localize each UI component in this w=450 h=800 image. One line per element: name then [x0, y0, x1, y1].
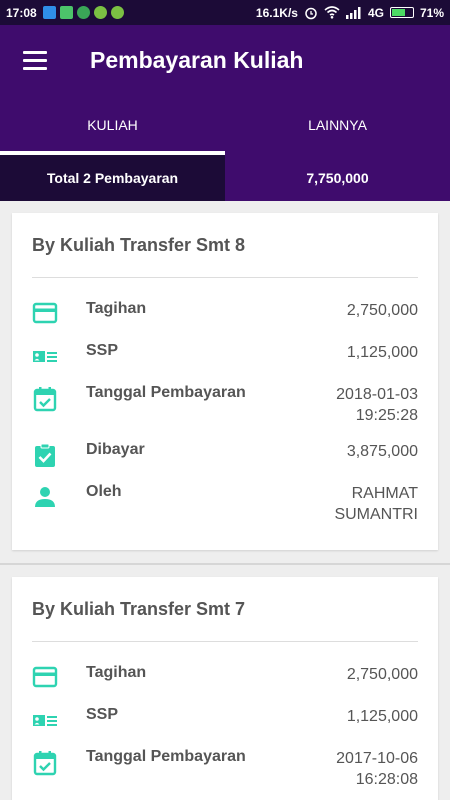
payment-summary: Total 2 Pembayaran 7,750,000	[0, 155, 450, 201]
row-label: Tanggal Pembayaran	[86, 384, 246, 401]
row-value: 2018-01-03 19:25:28	[336, 384, 418, 441]
alarm-icon	[305, 7, 317, 19]
row-label: Tanggal Pembayaran	[86, 748, 246, 765]
row-value: RAHMAT SUMANTRI	[334, 483, 418, 533]
row-label: Oleh	[86, 483, 122, 500]
payment-card[interactable]: By Kuliah Transfer Smt 8 Tagihan 2,750,0…	[12, 213, 438, 550]
credit-card-icon	[32, 664, 86, 706]
divider	[32, 641, 418, 642]
hamburger-menu-icon[interactable]	[0, 25, 70, 95]
row-value: 3,875,000	[346, 443, 418, 460]
credit-card-icon	[32, 300, 86, 342]
android-icon	[93, 6, 107, 19]
row-value: 2017-10-06 16:28:08	[336, 748, 418, 800]
row-value: 2,750,000	[346, 666, 418, 683]
page-title: Pembayaran Kuliah	[90, 46, 304, 73]
tab-bar: KULIAH LAINNYA	[0, 95, 450, 155]
divider	[32, 277, 418, 278]
list-separator	[0, 563, 450, 565]
battery-percent: 71%	[419, 5, 444, 20]
summary-label: Total 2 Pembayaran	[0, 155, 225, 201]
calendar-check-icon	[32, 384, 86, 441]
summary-total: 7,750,000	[225, 155, 450, 201]
id-card-icon	[32, 706, 86, 748]
row-oleh: Oleh RAHMAT SUMANTRI	[12, 483, 438, 533]
row-tagihan: Tagihan 2,750,000	[12, 300, 438, 342]
network-type: 4G	[367, 5, 384, 20]
android-icon	[110, 6, 124, 19]
download-icon	[76, 6, 90, 19]
app-notification-icon	[59, 6, 73, 19]
payer-name-line2: SUMANTRI	[334, 506, 418, 523]
app-bar: Pembayaran Kuliah	[0, 25, 450, 95]
tab-lainnya[interactable]: LAINNYA	[225, 95, 450, 155]
row-label: Tagihan	[86, 300, 147, 317]
network-speed: 16.1K/s	[255, 5, 298, 20]
notification-icons	[42, 6, 124, 19]
payment-date: 2017-10-06	[336, 750, 418, 767]
row-value: 1,125,000	[346, 344, 418, 361]
row-value: 1,125,000	[346, 708, 418, 725]
status-time: 17:08	[6, 5, 37, 20]
card-title: By Kuliah Transfer Smt 8	[32, 235, 246, 255]
row-value: 2,750,000	[346, 302, 418, 319]
signal-icon	[345, 6, 361, 19]
person-icon	[32, 483, 86, 533]
battery-icon	[389, 7, 414, 18]
row-ssp: SSP 1,125,000	[12, 706, 438, 748]
row-label: SSP	[86, 342, 119, 359]
payer-name-line1: RAHMAT	[351, 485, 418, 502]
row-tanggal: Tanggal Pembayaran 2018-01-03 19:25:28	[12, 384, 438, 441]
payment-date: 2018-01-03	[336, 386, 418, 403]
row-label: SSP	[86, 706, 119, 723]
wifi-icon	[324, 6, 340, 19]
payment-card[interactable]: By Kuliah Transfer Smt 7 Tagihan 2,750,0…	[12, 577, 438, 800]
row-label: Dibayar	[86, 441, 145, 458]
payment-time: 19:25:28	[355, 407, 418, 424]
vpn-icon	[42, 6, 56, 19]
row-label: Tagihan	[86, 664, 147, 681]
id-card-icon	[32, 342, 86, 384]
row-dibayar: Dibayar 3,875,000	[12, 441, 438, 483]
status-bar: 17:08 16.1K/s 4G 71%	[0, 0, 450, 25]
payment-time: 16:28:08	[355, 771, 418, 788]
row-ssp: SSP 1,125,000	[12, 342, 438, 384]
card-title: By Kuliah Transfer Smt 7	[32, 599, 246, 619]
calendar-check-icon	[32, 748, 86, 800]
row-tanggal: Tanggal Pembayaran 2017-10-06 16:28:08	[12, 748, 438, 800]
row-tagihan: Tagihan 2,750,000	[12, 664, 438, 706]
clipboard-check-icon	[32, 441, 86, 483]
tab-kuliah[interactable]: KULIAH	[0, 95, 225, 155]
